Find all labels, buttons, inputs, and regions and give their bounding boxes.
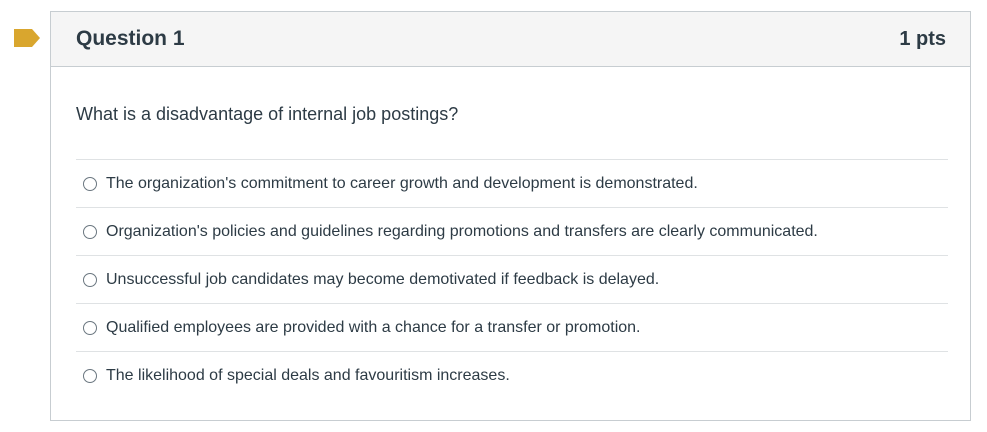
answer-label: Qualified employees are provided with a …: [106, 318, 641, 336]
answer-list: The organization's commitment to career …: [76, 159, 948, 399]
question-points: 1 pts: [899, 28, 946, 50]
answer-option[interactable]: The likelihood of special deals and favo…: [76, 351, 948, 399]
answer-option[interactable]: Unsuccessful job candidates may become d…: [76, 255, 948, 303]
question-header: Question 1 1 pts: [51, 12, 970, 67]
answer-option[interactable]: Qualified employees are provided with a …: [76, 303, 948, 351]
question-title: Question 1: [76, 27, 185, 50]
answer-label: Organization's policies and guidelines r…: [106, 222, 818, 240]
question-card: Question 1 1 pts What is a disadvantage …: [50, 11, 971, 421]
radio-button[interactable]: [83, 368, 97, 383]
question-text: What is a disadvantage of internal job p…: [76, 104, 459, 124]
answer-option[interactable]: Organization's policies and guidelines r…: [76, 207, 948, 255]
answer-label: Unsuccessful job candidates may become d…: [106, 270, 660, 288]
radio-button[interactable]: [83, 320, 97, 335]
answer-option[interactable]: The organization's commitment to career …: [76, 159, 948, 207]
answer-label: The likelihood of special deals and favo…: [106, 366, 510, 384]
flag-question-icon[interactable]: [14, 29, 40, 47]
answer-label: The organization's commitment to career …: [106, 174, 698, 192]
radio-button[interactable]: [83, 224, 97, 239]
radio-button[interactable]: [83, 272, 97, 287]
radio-button[interactable]: [83, 176, 97, 191]
